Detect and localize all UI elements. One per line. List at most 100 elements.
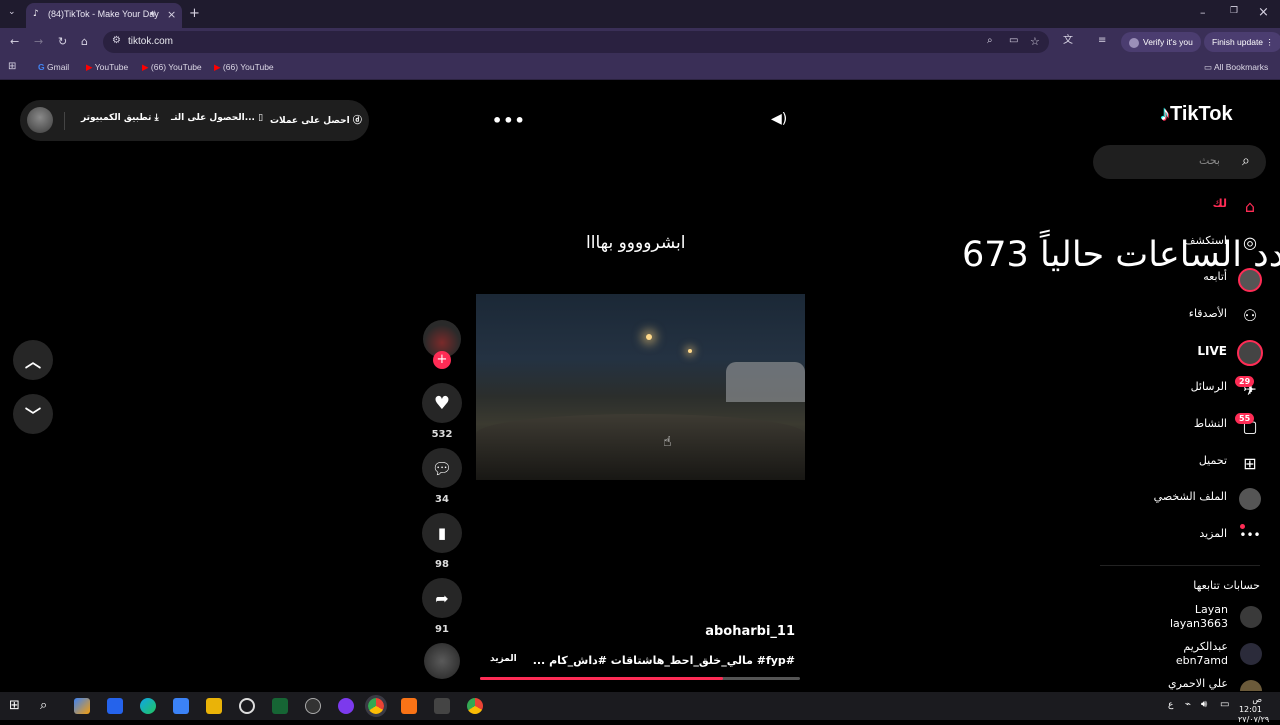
nav-live-label[interactable]: LIVE — [1197, 344, 1227, 358]
bookmark-youtube-66-b[interactable]: ▶ (66) YouTube — [214, 62, 274, 73]
apps-grid-icon[interactable]: ⊞ — [8, 62, 16, 72]
heart-icon: ♥ — [433, 392, 451, 414]
nav-messages-label[interactable]: الرسائل — [1191, 380, 1227, 393]
bookmark-youtube-66[interactable]: ▶ (66) YouTube — [142, 62, 202, 73]
bookmark-gmail[interactable]: G Gmail — [38, 62, 69, 72]
follow-plus-button[interactable]: + — [433, 351, 451, 369]
chrome-profile-icon[interactable] — [467, 698, 483, 714]
home-icon[interactable]: ⌂ — [1240, 196, 1260, 216]
brave-icon[interactable] — [401, 698, 417, 714]
save-button[interactable]: ▮ — [422, 513, 462, 553]
nav-for-you-label[interactable]: لك — [1213, 197, 1227, 210]
minimize-icon[interactable]: – — [1200, 7, 1206, 18]
progress-track[interactable] — [480, 677, 800, 680]
tab-list-icon[interactable]: ⌄ — [8, 8, 16, 17]
file-explorer-icon[interactable] — [206, 698, 222, 714]
upload-icon[interactable]: ⊞ — [1240, 453, 1260, 473]
translate-icon[interactable]: 文 — [1063, 36, 1073, 46]
video-player[interactable] — [476, 294, 805, 480]
comment-button[interactable]: 💬︎ — [422, 448, 462, 488]
cast-icon[interactable]: ▭ — [1009, 36, 1018, 46]
search-icon[interactable]: ⌕ — [1242, 153, 1250, 169]
following-accounts-title: حسابات تتابعها — [1193, 579, 1260, 592]
excel-icon[interactable] — [272, 698, 288, 714]
forward-icon[interactable]: → — [34, 36, 43, 47]
profile-avatar[interactable] — [1239, 488, 1261, 510]
media-control-icon[interactable]: ≡ — [1098, 36, 1106, 46]
nav-upload-label[interactable]: تحميل — [1199, 454, 1227, 467]
next-video-button[interactable]: ﹀ — [13, 394, 53, 434]
battery-icon[interactable]: ▭ — [1220, 700, 1229, 710]
tab-close-icon[interactable]: × — [167, 9, 176, 20]
volume-tray-icon[interactable]: 🔊︎ — [1201, 700, 1207, 710]
volume-icon[interactable]: ◀︎) — [771, 111, 787, 127]
nav-activity-label[interactable]: النشاط — [1194, 417, 1227, 430]
user-avatar[interactable] — [27, 107, 53, 133]
outlook-icon[interactable] — [107, 698, 123, 714]
bookmark-label: (66) YouTube — [150, 62, 202, 72]
all-bookmarks[interactable]: ▭ All Bookmarks — [1204, 62, 1268, 73]
search-input[interactable]: بحث — [1199, 154, 1220, 167]
store-icon[interactable] — [173, 698, 189, 714]
clock[interactable]: ص 12:01 ٢٧/٠٧/٢٩ — [1238, 695, 1269, 725]
copilot-icon[interactable] — [74, 698, 90, 714]
zoom-icon[interactable]: ⌕ — [987, 36, 993, 46]
edge-icon[interactable] — [140, 698, 156, 714]
share-button[interactable]: ➦ — [422, 578, 462, 618]
nav-profile-label[interactable]: الملف الشخصي — [1154, 490, 1227, 503]
street-light-2 — [688, 349, 692, 353]
app-icon[interactable] — [239, 698, 255, 714]
account-avatar — [1240, 680, 1262, 691]
verify-pill[interactable]: Verify it's you — [1121, 32, 1201, 52]
friends-icon[interactable]: ⚇ — [1240, 305, 1260, 325]
following-account-ali[interactable]: علي الاحمري — [1140, 676, 1265, 691]
restore-icon[interactable]: ❐ — [1230, 7, 1238, 16]
account-name: عبدالكريم — [1183, 640, 1228, 653]
reload-icon[interactable]: ↻ — [58, 36, 67, 47]
chrome-icon[interactable] — [365, 695, 387, 717]
discord-icon[interactable] — [338, 698, 354, 714]
home-icon[interactable]: ⌂ — [81, 36, 88, 47]
get-app-button[interactable]: الحصول على التـ... ▯ — [171, 113, 263, 123]
desktop-app-button[interactable]: تطبيق الكمبيوتر ⤓ — [81, 113, 159, 123]
more-options-icon[interactable]: ••• — [492, 111, 526, 130]
author-username[interactable]: aboharbi_11 — [680, 624, 795, 639]
site-info-icon[interactable]: ⚙ — [112, 36, 121, 46]
music-disc[interactable] — [424, 643, 460, 679]
browser-tab[interactable]: ♪ (84)TikTok - Make Your Day 🔊︎ × — [26, 3, 182, 28]
bookmark-star-icon[interactable]: ☆ — [1030, 36, 1040, 47]
windows-taskbar: ⊞ ⌕ ع ⌁ 🔊︎ ▭ ص 12:01 ٢٧/٠٧/٢٩ — [0, 692, 1280, 724]
close-window-icon[interactable]: × — [1258, 6, 1269, 19]
activity-badge: 55 — [1235, 413, 1255, 424]
omnibox[interactable]: ⚙ tiktok.com ⌕ ▭ ☆ — [103, 31, 1049, 53]
windows-start-icon[interactable]: ⊞ — [9, 699, 20, 712]
bookmark-youtube[interactable]: ▶ YouTube — [86, 62, 128, 73]
finish-update-button[interactable]: Finish update ⋮ — [1204, 32, 1280, 52]
network-icon[interactable]: ⌁ — [1185, 700, 1191, 710]
terminal-icon[interactable] — [434, 698, 450, 714]
tray-lang[interactable]: ع — [1168, 701, 1173, 710]
following-account-ebn7amd[interactable]: عبدالكريم ebn7amd — [1140, 639, 1265, 669]
nav-friends-label[interactable]: الأصدقاء — [1189, 307, 1227, 320]
live-avatar[interactable] — [1237, 340, 1263, 366]
search-box[interactable]: بحث ⌕ — [1093, 145, 1266, 179]
like-button[interactable]: ♥ — [422, 383, 462, 423]
get-coins-button[interactable]: احصل على عملات ⓓ — [270, 113, 362, 126]
search-taskbar-icon[interactable]: ⌕ — [40, 699, 47, 712]
back-icon[interactable]: ← — [10, 36, 19, 47]
bookmark-icon: ▮ — [437, 524, 447, 542]
new-tab-icon[interactable]: + — [189, 7, 200, 20]
previous-video-button[interactable]: ︿ — [13, 340, 53, 380]
get-app-label: الحصول على التـ... — [171, 113, 255, 123]
youtube-icon: ▶ — [214, 62, 221, 72]
tiktok-logo[interactable]: ♪TikTok — [1160, 103, 1233, 126]
audio-playing-icon[interactable]: 🔊︎ — [150, 10, 156, 19]
verify-label: Verify it's you — [1143, 37, 1193, 47]
tab-title: (84)TikTok - Make Your Day — [48, 9, 159, 19]
nav-more-label[interactable]: المزيد — [1199, 527, 1227, 540]
like-count: 532 — [431, 429, 453, 440]
url-text[interactable]: tiktok.com — [128, 36, 173, 47]
following-account-layan[interactable]: Layan layan3663 — [1140, 602, 1265, 632]
description-more-link[interactable]: المزيد — [490, 654, 517, 664]
obs-icon[interactable] — [305, 698, 321, 714]
